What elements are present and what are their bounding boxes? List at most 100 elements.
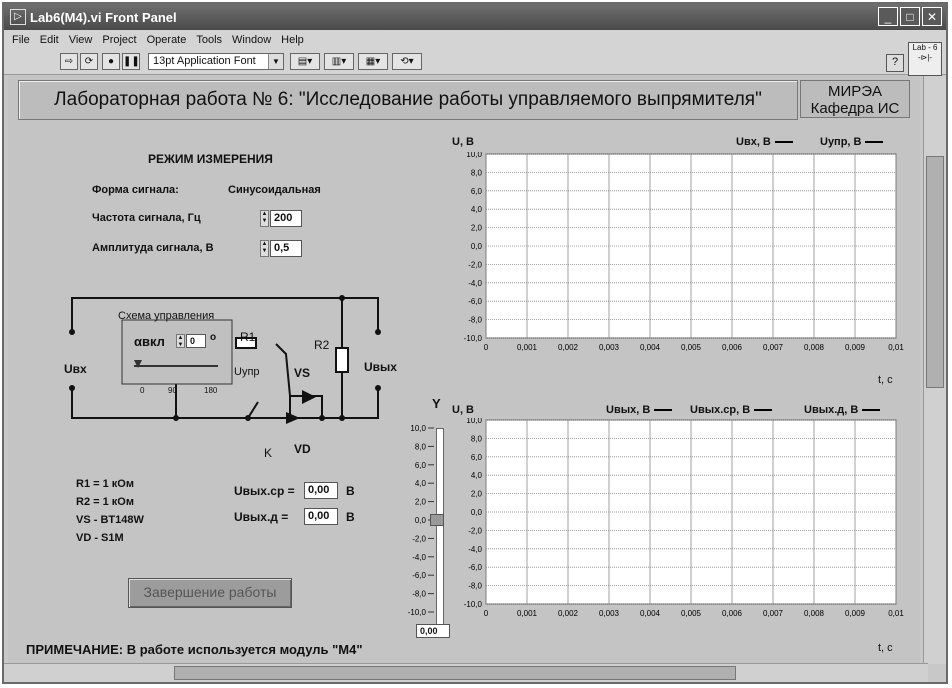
graph2-ytick: -6,0 [468,563,482,572]
alpha-scale-180: 180 [204,386,218,395]
graph2-xtick: 0,002 [558,609,579,618]
vertical-scroll-thumb[interactable] [926,156,944,388]
menu-file[interactable]: File [12,34,30,46]
alpha-input[interactable]: 0 [186,334,206,348]
y-slider-knob[interactable] [430,514,444,526]
align-objects-icon[interactable]: ▤▾ [290,53,320,70]
horizontal-scrollbar[interactable] [4,663,928,682]
graph2-legend-eff-text: Uвых.д, В [804,404,859,416]
graph1-legend-uvx: Uвх, В [736,136,793,148]
graph1-xtick: 0,009 [845,343,866,352]
graph2-ylabel: U, В [452,404,474,416]
frequency-spinner[interactable]: ▲ ▼ [260,210,269,227]
menu-edit[interactable]: Edit [40,34,59,46]
finish-work-button[interactable]: Завершение работы [128,578,292,608]
graph1-ylabel: U, В [452,136,474,148]
close-button[interactable]: ✕ [922,7,942,26]
amplitude-input[interactable]: 0,5 [270,240,302,257]
circuit-diagram [69,295,381,424]
graph2-ytick: -4,0 [468,545,482,554]
graph1-legend-uupr-text: Uупр, В [820,136,862,148]
graph1-ytick: -10,0 [464,334,483,343]
component-vd: VD - S1M [76,532,124,544]
graph2-xtick: 0,006 [722,609,743,618]
graph1-xlabel: t, c [878,374,893,386]
graph1-plot[interactable]: 0 0,001 0,002 0,003 0,004 0,005 0,006 0,007 0,00… [438,152,908,372]
organization-box: МИРЭА Кафедра ИС [800,80,910,118]
graph2-xtick: 0,004 [640,609,661,618]
graph1-ytick: 6,0 [471,187,483,196]
graph1-ytick: 4,0 [471,205,483,214]
graph1-ytick: 0,0 [471,242,483,251]
y-slider-tick: -6,0 [412,571,426,580]
graph2-ytick: 10,0 [466,418,482,425]
abort-icon[interactable]: ● [102,53,120,70]
reorder-icon[interactable]: ⟲▾ [392,53,422,70]
graph2-plot[interactable]: 0 0,001 0,002 0,003 0,004 0,005 0,006 0,007 0,00… [438,418,908,638]
graph1-xtick: 0,005 [681,343,702,352]
run-arrow-icon[interactable]: ⇨ [60,53,78,70]
graph2-xtick: 0,008 [804,609,825,618]
title-bar: ▷ Lab6(M4).vi Front Panel _ □ ✕ [4,4,946,30]
menu-project[interactable]: Project [102,34,136,46]
graph1-ytick: -8,0 [468,316,482,325]
alpha-scale-90: 90 [168,386,177,395]
vs-label: VS [294,366,311,380]
vertical-scrollbar[interactable] [923,76,946,664]
pause-icon[interactable]: ❚❚ [122,53,140,70]
graph1-ytick: -4,0 [468,279,482,288]
graph2-legend-uvyx-text: Uвых, В [606,404,651,416]
r2-label: R2 [314,338,330,352]
uvyx-label: Uвых [364,360,397,374]
minimize-button[interactable]: _ [878,7,898,26]
menu-window[interactable]: Window [232,34,271,46]
y-slider-tick: -4,0 [412,553,426,562]
alpha-label: αвкл [134,334,165,349]
avg-voltage-display: 0,00 [304,482,338,499]
maximize-button[interactable]: □ [900,7,920,26]
graph2-ytick: -8,0 [468,582,482,591]
graph2-xtick: 0,003 [599,609,620,618]
font-selector[interactable]: 13pt Application Font ▼ [148,53,284,70]
graph2-ytick: -10,0 [464,600,483,609]
org-name: МИРЭА [827,83,883,100]
graph2-xtick: 0,005 [681,609,702,618]
graph1-legend-uupr: Uупр, В [820,136,884,148]
graph1-xtick: 0,003 [599,343,620,352]
graph1-xtick: 0,007 [763,343,784,352]
y-slider-tick: 0,0 [415,516,427,525]
distribute-objects-icon[interactable]: ▥▾ [324,53,354,70]
graph1-xtick: 0,006 [722,343,743,352]
graph1-ytick: -2,0 [468,260,482,269]
menu-operate[interactable]: Operate [147,34,187,46]
horizontal-scroll-thumb[interactable] [174,666,736,680]
graph2-xtick: 0,001 [517,609,538,618]
slider-label: Y [432,396,441,411]
help-icon[interactable]: ? [886,54,904,72]
y-slider-track[interactable] [436,428,444,626]
menu-view[interactable]: View [69,34,93,46]
font-selector-label: 13pt Application Font [153,55,256,67]
graph1-xtick: 0,001 [517,343,538,352]
frequency-input[interactable]: 200 [270,210,302,227]
menu-help[interactable]: Help [281,34,304,46]
signal-shape-value: Синусоидальная [228,184,321,196]
graph2-xtick: 0 [484,609,489,618]
mode-heading: РЕЖИМ ИЗМЕРЕНИЯ [148,152,273,166]
resize-objects-icon[interactable]: ▦▾ [358,53,388,70]
graph2-ytick: 8,0 [471,434,483,443]
graph2-xlabel: t, c [878,642,893,654]
alpha-spinner[interactable]: ▲ ▼ [176,334,185,348]
org-department: Кафедра ИС [810,100,900,117]
graph2-xtick: 0,007 [763,609,784,618]
run-continuously-icon[interactable]: ⟳ [80,53,98,70]
menu-tools[interactable]: Tools [196,34,222,46]
amplitude-spinner[interactable]: ▲ ▼ [260,240,269,257]
control-scheme-title: Схема управления [118,310,215,322]
y-slider-tick: 10,0 [410,424,426,433]
note-text: ПРИМЕЧАНИЕ: В работе используется модуль… [26,642,363,657]
y-slider-value[interactable]: 0,00 [416,624,450,638]
graph1-xtick: 0,004 [640,343,661,352]
front-panel-window: ▷ Lab6(M4).vi Front Panel _ □ ✕ File Edi… [2,2,948,684]
graph1-ytick: 2,0 [471,224,483,233]
